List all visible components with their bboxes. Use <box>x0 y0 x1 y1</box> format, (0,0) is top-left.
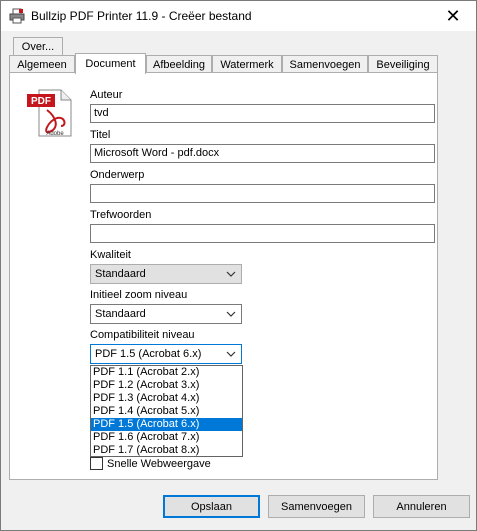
close-icon: ✕ <box>445 5 461 26</box>
quality-label: Kwaliteit <box>90 249 131 261</box>
fast-web-view-label: Snelle Webweergave <box>107 457 211 470</box>
compat-dropdown-list: PDF 1.1 (Acrobat 2.x) PDF 1.2 (Acrobat 3… <box>90 365 243 457</box>
subject-label: Onderwerp <box>90 169 145 181</box>
compat-select[interactable]: PDF 1.5 (Acrobat 6.x) <box>90 344 242 364</box>
compat-option[interactable]: PDF 1.6 (Acrobat 7.x) <box>91 431 242 444</box>
keywords-label: Trefwoorden <box>90 209 152 221</box>
subject-field[interactable] <box>90 184 435 203</box>
title-field[interactable]: Microsoft Word - pdf.docx <box>90 144 435 163</box>
keywords-field[interactable] <box>90 224 435 243</box>
compat-option-selected[interactable]: PDF 1.5 (Acrobat 6.x) <box>91 418 242 431</box>
compat-option[interactable]: PDF 1.4 (Acrobat 5.x) <box>91 405 242 418</box>
fast-web-view-row[interactable]: Snelle Webweergave <box>90 457 211 470</box>
compat-option[interactable]: PDF 1.3 (Acrobat 4.x) <box>91 392 242 405</box>
zoom-select[interactable]: Standaard <box>90 304 242 324</box>
author-field[interactable]: tvd <box>90 104 435 123</box>
chevron-down-icon <box>225 347 237 361</box>
author-label: Auteur <box>90 89 123 101</box>
title-bar: Bullzip PDF Printer 11.9 - Creëer bestan… <box>1 1 476 31</box>
tab-over[interactable]: Over... <box>13 37 63 56</box>
close-button[interactable]: ✕ <box>430 1 476 31</box>
zoom-value: Standaard <box>95 308 146 320</box>
merge-button[interactable]: Samenvoegen <box>268 495 365 518</box>
svg-text:PDF: PDF <box>31 96 51 107</box>
dialog-window: Bullzip PDF Printer 11.9 - Creëer bestan… <box>0 0 477 531</box>
compat-value: PDF 1.5 (Acrobat 6.x) <box>95 348 202 360</box>
compat-option[interactable]: PDF 1.2 (Acrobat 3.x) <box>91 379 242 392</box>
quality-select[interactable]: Standaard <box>90 264 242 284</box>
fast-web-view-checkbox[interactable] <box>90 457 103 470</box>
chevron-down-icon <box>225 307 237 321</box>
zoom-label: Initieel zoom niveau <box>90 289 188 301</box>
save-button[interactable]: Opslaan <box>163 495 260 518</box>
compat-option[interactable]: PDF 1.7 (Acrobat 8.x) <box>91 444 242 457</box>
quality-value: Standaard <box>95 268 146 280</box>
printer-icon <box>9 8 25 24</box>
svg-text:Adobe: Adobe <box>46 131 64 137</box>
compat-label: Compatibiliteit niveau <box>90 329 195 341</box>
title-label: Titel <box>90 129 111 141</box>
pdf-file-icon: PDF Adobe <box>25 88 73 138</box>
compat-option[interactable]: PDF 1.1 (Acrobat 2.x) <box>91 366 242 379</box>
window-title: Bullzip PDF Printer 11.9 - Creëer bestan… <box>31 9 252 23</box>
cancel-button[interactable]: Annuleren <box>373 495 470 518</box>
chevron-down-icon <box>225 267 237 281</box>
tab-document[interactable]: Document <box>75 53 146 74</box>
